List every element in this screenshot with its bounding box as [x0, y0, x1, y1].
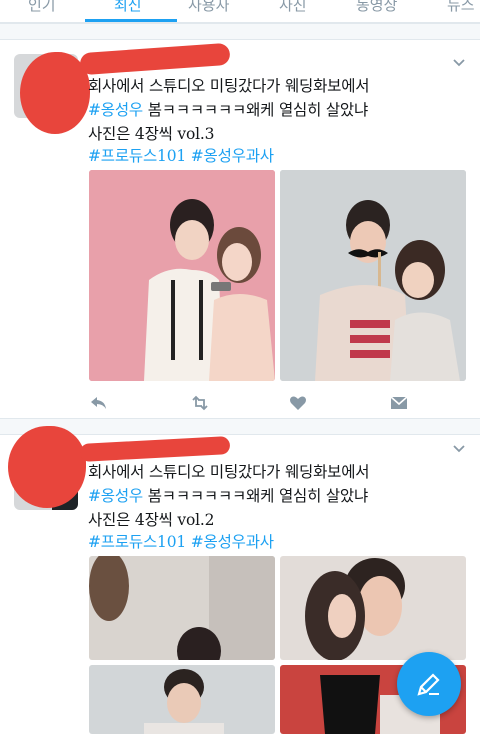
tweet-photo[interactable] — [89, 665, 275, 734]
dm-icon[interactable] — [388, 392, 410, 414]
hashtag-link[interactable]: #프로듀스101 — [88, 533, 186, 551]
tweet-text-line: 사진은 4장씩 vol.3 — [88, 125, 215, 143]
hashtag-link[interactable]: #옹성우과사 — [191, 533, 274, 551]
hashtag-link[interactable]: #프로듀스101 — [88, 147, 186, 165]
hashtag-link[interactable]: #옹성우 — [88, 487, 143, 505]
tweet-hashtags: #프로듀스101 #옹성우과사 — [88, 530, 274, 552]
tab-popular[interactable]: 인기 — [28, 0, 56, 15]
hashtag-link[interactable]: #옹성우 — [88, 101, 143, 119]
tweet-photo[interactable] — [89, 170, 275, 381]
hashtag-link[interactable]: #옹성우과사 — [191, 147, 274, 165]
tab-latest[interactable]: 최신 — [114, 0, 142, 15]
tab-news[interactable]: 뉴스 — [447, 0, 475, 15]
active-tab-indicator — [85, 19, 177, 22]
tweet-text-line: 회사에서 스튜디오 미팅갔다가 웨딩화보에서 — [88, 463, 370, 481]
chevron-down-icon[interactable] — [452, 56, 466, 70]
tab-photos[interactable]: 사진 — [279, 0, 307, 15]
reply-icon[interactable] — [88, 392, 110, 414]
retweet-icon[interactable] — [189, 392, 211, 414]
tweet-text-line: #옹성우 봄ㅋㅋㅋㅋㅋㅋ왜케 열심히 살았냐 — [88, 101, 369, 119]
tweet-text-line: 회사에서 스튜디오 미팅갔다가 웨딩화보에서 — [88, 77, 370, 95]
search-tabs: 인기 최신 사용자 사진 동영상 뉴스 — [0, 0, 480, 23]
compose-icon — [417, 673, 440, 696]
tab-users[interactable]: 사용자 — [188, 0, 229, 15]
tab-videos[interactable]: 동영상 — [356, 0, 397, 15]
tweet-photo[interactable] — [89, 556, 275, 660]
tweet-text-line: 사진은 4장씩 vol.2 — [88, 511, 215, 529]
like-icon[interactable] — [287, 392, 309, 414]
divider — [0, 23, 480, 40]
redaction-mark — [79, 436, 231, 462]
redaction-mark — [8, 426, 86, 508]
tweet-hashtags: #프로듀스101 #옹성우과사 — [88, 144, 274, 166]
tweet-text-line: #옹성우 봄ㅋㅋㅋㅋㅋㅋ왜케 열심히 살았냐 — [88, 487, 369, 505]
tweet-photo[interactable] — [280, 170, 466, 381]
tweet-actions — [88, 392, 418, 414]
chevron-down-icon[interactable] — [452, 442, 466, 456]
compose-button[interactable] — [397, 652, 461, 716]
tweet-card[interactable]: 회사에서 스튜디오 미팅갔다가 웨딩화보에서 #옹성우 봄ㅋㅋㅋㅋㅋㅋ왜케 열심… — [0, 40, 480, 418]
redaction-mark — [79, 42, 231, 76]
tweet-photo[interactable] — [280, 556, 466, 660]
